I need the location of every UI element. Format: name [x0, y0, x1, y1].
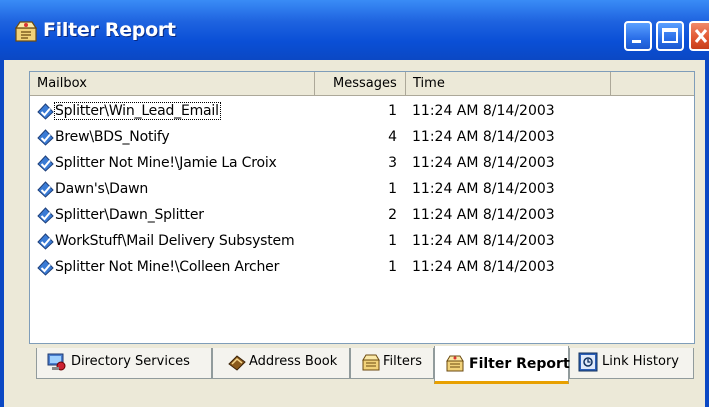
mailbox-name: Brew\BDS_Notify: [55, 129, 170, 145]
list-item[interactable]: Dawn's\Dawn 1 11:24 AM 8/14/2003: [30, 176, 694, 202]
report-time: 11:24 AM 8/14/2003: [412, 207, 555, 223]
tab-link-history[interactable]: Link History: [569, 348, 694, 379]
list-item[interactable]: WorkStuff\Mail Delivery Subsystem 1 11:2…: [30, 228, 694, 254]
tab-label: Link History: [602, 354, 680, 369]
message-count: 2: [388, 207, 397, 223]
filter-report-list[interactable]: Mailbox Messages Time Splitter\Win_Lead_…: [29, 71, 695, 344]
list-item[interactable]: Splitter\Dawn_Splitter 2 11:24 AM 8/14/2…: [30, 202, 694, 228]
link-history-icon: [578, 352, 598, 372]
mailbox-name: Splitter Not Mine!\Jamie La Croix: [55, 155, 277, 171]
filter-report-icon: [14, 19, 38, 43]
mailbox-name: Splitter Not Mine!\Colleen Archer: [55, 259, 280, 275]
tab-label: Filter Report: [469, 356, 570, 372]
close-button[interactable]: [689, 21, 709, 51]
tab-filter-report[interactable]: Filter Report: [434, 346, 570, 384]
message-count: 4: [388, 129, 397, 145]
filters-icon: [361, 352, 381, 372]
tab-filters[interactable]: Filters: [350, 348, 434, 379]
tab-directory-services[interactable]: Directory Services: [36, 348, 212, 379]
list-item[interactable]: Splitter\Win_Lead_Email 1 11:24 AM 8/14/…: [30, 98, 694, 124]
mailbox-icon: [36, 154, 55, 173]
directory-icon: [47, 352, 67, 372]
report-time: 11:24 AM 8/14/2003: [412, 259, 555, 275]
tab-label: Filters: [383, 354, 422, 369]
tab-label: Address Book: [249, 354, 338, 369]
focus-rectangle: [54, 102, 221, 120]
report-time: 11:24 AM 8/14/2003: [412, 233, 555, 249]
window-title: Filter Report: [43, 19, 176, 41]
column-header-blank[interactable]: [611, 72, 694, 95]
mailbox-icon: [36, 258, 55, 277]
mailbox-icon: [36, 102, 55, 121]
message-count: 1: [388, 181, 397, 197]
list-item[interactable]: Splitter Not Mine!\Colleen Archer 1 11:2…: [30, 254, 694, 280]
column-header-messages[interactable]: Messages: [315, 72, 406, 95]
list-item[interactable]: Brew\BDS_Notify 4 11:24 AM 8/14/2003: [30, 124, 694, 150]
column-header-time[interactable]: Time: [406, 72, 611, 95]
tab-label: Directory Services: [71, 354, 190, 369]
list-item[interactable]: Splitter Not Mine!\Jamie La Croix 3 11:2…: [30, 150, 694, 176]
column-header-mailbox[interactable]: Mailbox: [30, 72, 315, 95]
tab-address-book[interactable]: Address Book: [212, 348, 350, 379]
message-count: 1: [388, 233, 397, 249]
maximize-button[interactable]: [656, 21, 684, 51]
message-count: 3: [388, 155, 397, 171]
mailbox-icon: [36, 232, 55, 251]
title-bar[interactable]: Filter Report: [0, 0, 709, 60]
mailbox-icon: [36, 180, 55, 199]
app-window: Filter Report Mailbox Messages Time Spli…: [0, 0, 709, 407]
list-header: Mailbox Messages Time: [30, 72, 694, 96]
message-count: 1: [388, 259, 397, 275]
report-time: 11:24 AM 8/14/2003: [412, 103, 555, 119]
mailbox-name: Splitter\Dawn_Splitter: [55, 207, 204, 223]
mailbox-name: Dawn's\Dawn: [55, 181, 149, 197]
report-time: 11:24 AM 8/14/2003: [412, 181, 555, 197]
report-time: 11:24 AM 8/14/2003: [412, 155, 555, 171]
filter-report-icon: [445, 353, 465, 373]
mailbox-name: WorkStuff\Mail Delivery Subsystem: [55, 233, 295, 249]
mailbox-icon: [36, 128, 55, 147]
mailbox-icon: [36, 206, 55, 225]
minimize-button[interactable]: [624, 21, 652, 51]
report-time: 11:24 AM 8/14/2003: [412, 129, 555, 145]
tab-strip: Directory Services Address Book Filters …: [36, 346, 696, 384]
message-count: 1: [388, 103, 397, 119]
address-book-icon: [227, 352, 247, 372]
